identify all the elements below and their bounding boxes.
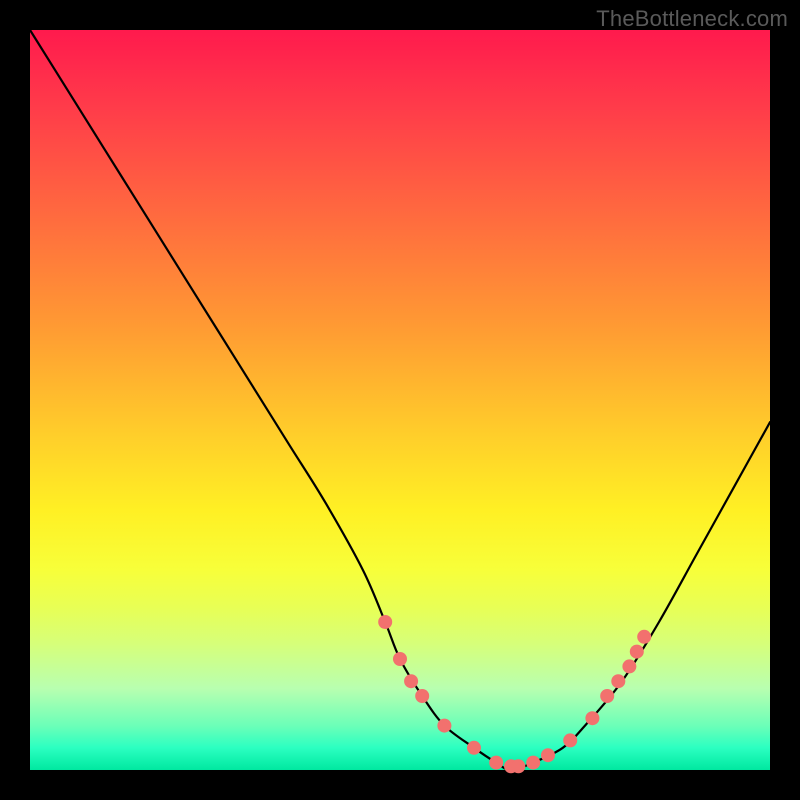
curve-marker [415,689,429,703]
watermark-text: TheBottleneck.com [596,6,788,32]
curve-marker [467,741,481,755]
curve-marker [563,733,577,747]
curve-svg [30,30,770,770]
curve-marker [489,756,503,770]
marker-group [378,615,651,773]
curve-marker [630,645,644,659]
curve-marker [611,674,625,688]
curve-marker [600,689,614,703]
curve-marker [622,659,636,673]
curve-marker [404,674,418,688]
curve-marker [378,615,392,629]
curve-marker [637,630,651,644]
curve-marker [541,748,555,762]
curve-marker [511,759,525,773]
curve-marker [393,652,407,666]
curve-marker [437,719,451,733]
curve-marker [526,756,540,770]
curve-marker [585,711,599,725]
chart-frame: TheBottleneck.com [0,0,800,800]
plot-area [30,30,770,770]
